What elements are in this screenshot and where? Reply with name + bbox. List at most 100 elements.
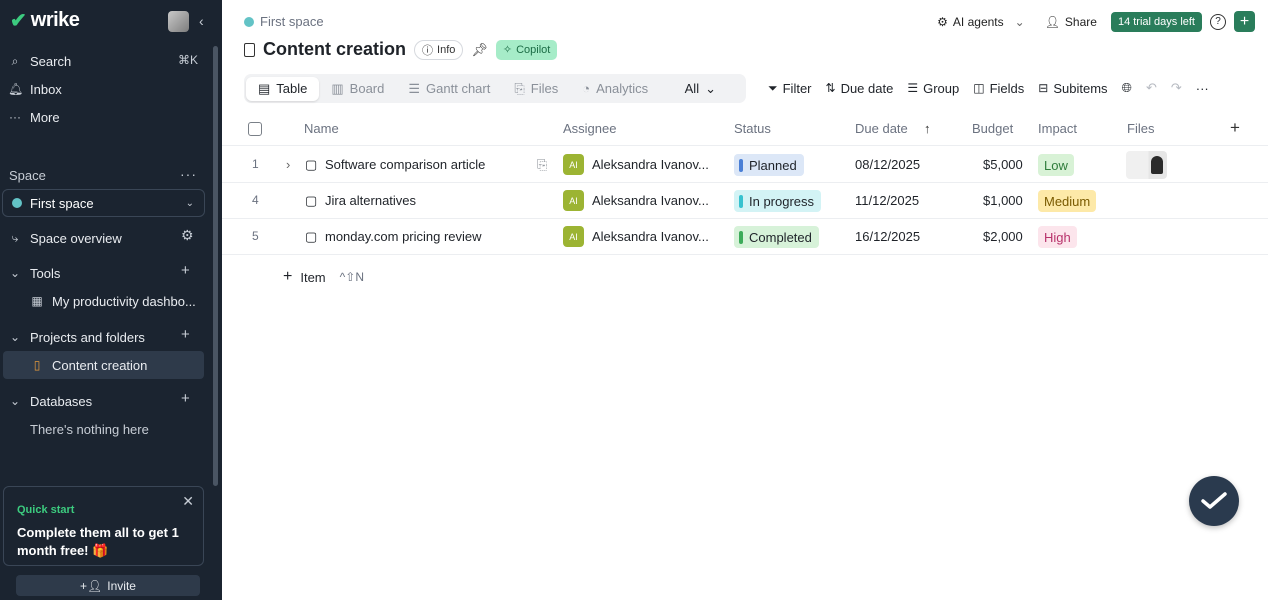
add-database-icon[interactable]: + bbox=[181, 390, 190, 407]
undo-icon[interactable]: ↶ bbox=[1146, 80, 1157, 96]
column-status[interactable]: Status bbox=[734, 121, 771, 136]
item-name[interactable]: Jira alternatives bbox=[325, 193, 416, 208]
avatar[interactable]: AI bbox=[563, 226, 584, 247]
avatar[interactable]: AI bbox=[563, 190, 584, 211]
sort-due-date-button[interactable]: ⇅ Due date bbox=[826, 81, 894, 96]
impact-badge[interactable]: Low bbox=[1038, 154, 1074, 176]
assignee-name[interactable]: Aleksandra Ivanov... bbox=[592, 193, 709, 208]
copilot-button[interactable]: ✧ Copilot bbox=[495, 39, 558, 60]
share-label: Share bbox=[1064, 14, 1097, 29]
sidebar-databases[interactable]: ⌄ Databases bbox=[8, 391, 92, 411]
group-button[interactable]: ☰ Group bbox=[907, 81, 959, 96]
assignee-name[interactable]: Aleksandra Ivanov... bbox=[592, 229, 709, 244]
impact-badge[interactable]: Medium bbox=[1038, 190, 1097, 212]
tab-board[interactable]: ▥ Board bbox=[319, 77, 396, 101]
status-label: Completed bbox=[749, 229, 812, 245]
task-icon: ▢ bbox=[305, 193, 318, 208]
table-row[interactable]: 1 › ▢ Software comparison article ⎘ AI A… bbox=[222, 147, 1268, 183]
select-all-checkbox[interactable] bbox=[248, 122, 262, 136]
chevron-down-icon: ⌄ bbox=[705, 80, 716, 96]
column-impact[interactable]: Impact bbox=[1038, 121, 1077, 136]
copilot-label: Copilot bbox=[516, 43, 551, 56]
due-date[interactable]: 11/12/2025 bbox=[855, 193, 919, 208]
wrike-logo[interactable]: ✔ wrike bbox=[10, 9, 80, 32]
more-options-icon[interactable]: ··· bbox=[1196, 81, 1209, 96]
sidebar-inbox[interactable]: 🔔︎ Inbox bbox=[8, 79, 62, 99]
avatar[interactable]: AI bbox=[563, 154, 584, 175]
sidebar-search[interactable]: ⌕ Search bbox=[8, 51, 72, 71]
sidebar-item-content-creation[interactable]: ▯ Content creation bbox=[30, 355, 148, 375]
fields-label: Fields bbox=[989, 80, 1025, 96]
add-project-icon[interactable]: + bbox=[181, 326, 190, 343]
redo-icon[interactable]: ↷ bbox=[1171, 80, 1182, 96]
add-column-icon[interactable]: + bbox=[1230, 118, 1240, 138]
space-options-icon[interactable]: ··· bbox=[180, 166, 197, 182]
add-item-button[interactable]: + Item ^⇧N bbox=[283, 268, 364, 286]
space-overview-label: Space overview bbox=[30, 230, 122, 246]
trial-badge[interactable]: 14 trial days left bbox=[1110, 11, 1202, 32]
tab-table[interactable]: ▤ Table bbox=[246, 76, 320, 101]
add-tool-icon[interactable]: + bbox=[181, 262, 190, 279]
sidebar-item-dashboard[interactable]: ▦ My productivity dashbo... bbox=[30, 291, 195, 311]
user-avatar[interactable] bbox=[168, 11, 189, 32]
tab-files[interactable]: ⎘ Files bbox=[502, 77, 570, 101]
page-title[interactable]: Content creation bbox=[263, 39, 406, 60]
globe-icon[interactable]: 🌐︎ bbox=[1122, 80, 1132, 96]
share-button[interactable]: 👤︎ Share bbox=[1039, 12, 1103, 32]
file-thumbnail[interactable] bbox=[1126, 151, 1167, 179]
board-icon: ▥ bbox=[331, 80, 344, 96]
budget-value[interactable]: $2,000 bbox=[983, 229, 1023, 244]
task-icon: ▢ bbox=[305, 229, 318, 244]
breadcrumb[interactable]: First space bbox=[244, 14, 324, 29]
gear-icon[interactable]: ⚙ bbox=[181, 227, 194, 244]
tab-gantt[interactable]: ☰ Gantt chart bbox=[396, 77, 502, 101]
budget-value[interactable]: $5,000 bbox=[983, 157, 1023, 172]
sidebar-tools[interactable]: ⌄ Tools bbox=[8, 263, 60, 283]
status-badge[interactable]: Completed bbox=[734, 226, 819, 248]
column-name[interactable]: Name bbox=[304, 121, 339, 136]
fields-button[interactable]: ◫ Fields bbox=[973, 81, 1024, 96]
create-button[interactable]: + bbox=[1234, 11, 1255, 32]
sidebar-space-overview[interactable]: ⤷ Space overview bbox=[8, 228, 122, 248]
help-icon[interactable]: ? bbox=[1210, 13, 1226, 30]
info-button[interactable]: ⓘ Info bbox=[414, 39, 464, 60]
tab-all-dropdown[interactable]: All ⌄ bbox=[673, 77, 728, 101]
chevron-down-icon: ⌄ bbox=[1014, 14, 1025, 29]
sidebar-projects[interactable]: ⌄ Projects and folders bbox=[8, 327, 145, 347]
ai-agents-button[interactable]: ⚙︎ AI agents ⌄ bbox=[931, 12, 1031, 32]
subitems-button[interactable]: ⊟ Subitems bbox=[1038, 81, 1107, 96]
sort-ascending-icon[interactable]: ↑ bbox=[924, 121, 931, 136]
sidebar-more[interactable]: ··· More bbox=[8, 107, 60, 127]
wrike-assistant-button[interactable] bbox=[1189, 476, 1239, 526]
expand-chevron-icon[interactable]: › bbox=[286, 157, 290, 172]
table-row[interactable]: 4 ▢ Jira alternatives AI Aleksandra Ivan… bbox=[222, 183, 1268, 219]
budget-value[interactable]: $1,000 bbox=[983, 193, 1023, 208]
filter-button[interactable]: ⏷ Filter bbox=[768, 81, 812, 96]
sidebar: ✔ wrike ‹ ⌕ Search ⌘K 🔔︎ Inbox ··· More … bbox=[0, 0, 222, 600]
close-icon[interactable]: ✕ bbox=[182, 493, 194, 510]
collapse-sidebar-icon[interactable]: ‹ bbox=[199, 13, 204, 29]
item-name[interactable]: Software comparison article bbox=[325, 157, 485, 172]
status-label: Planned bbox=[749, 157, 797, 173]
status-badge[interactable]: Planned bbox=[734, 154, 804, 176]
invite-button[interactable]: +👤︎ Invite bbox=[16, 575, 200, 596]
sidebar-scrollbar[interactable] bbox=[213, 46, 218, 486]
tab-analytics[interactable]: ◔ Analytics bbox=[570, 77, 660, 100]
item-name[interactable]: monday.com pricing review bbox=[325, 229, 482, 244]
column-assignee[interactable]: Assignee bbox=[563, 121, 616, 136]
status-badge[interactable]: In progress bbox=[734, 190, 822, 212]
table-row[interactable]: 5 ▢ monday.com pricing review AI Aleksan… bbox=[222, 219, 1268, 255]
ai-agents-label: AI agents bbox=[952, 14, 1004, 29]
pin-icon[interactable]: 📌︎ bbox=[471, 42, 488, 58]
attachment-icon[interactable]: ⎘ bbox=[537, 157, 547, 173]
column-budget[interactable]: Budget bbox=[972, 121, 1013, 136]
impact-badge[interactable]: High bbox=[1038, 226, 1077, 248]
assignee-name[interactable]: Aleksandra Ivanov... bbox=[592, 157, 709, 172]
sidebar-search-label: Search bbox=[30, 53, 72, 69]
column-due-date[interactable]: Due date bbox=[855, 121, 908, 136]
column-files[interactable]: Files bbox=[1127, 121, 1154, 136]
space-selector[interactable]: First space ⌄ bbox=[2, 189, 205, 217]
content-creation-label: Content creation bbox=[52, 357, 148, 373]
due-date[interactable]: 16/12/2025 bbox=[855, 229, 920, 244]
due-date[interactable]: 08/12/2025 bbox=[855, 157, 920, 172]
